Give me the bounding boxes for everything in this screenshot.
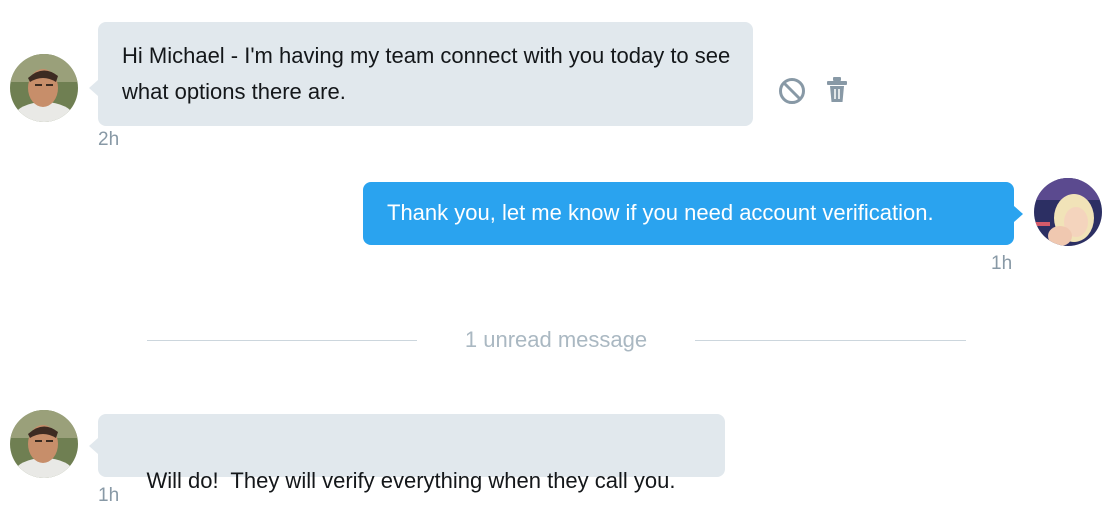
sender-avatar[interactable] <box>10 54 78 122</box>
sent-message-bubble[interactable]: Thank you, let me know if you need accou… <box>363 182 1014 245</box>
conversation-thread: Hi Michael - I'm having my team connect … <box>0 0 1110 518</box>
bubble-tail <box>89 80 98 96</box>
message-text: Thank you, let me know if you need accou… <box>387 200 934 225</box>
message-timestamp: 1h <box>98 485 120 506</box>
block-icon[interactable] <box>778 77 806 110</box>
bubble-tail <box>1014 206 1023 222</box>
message-timestamp: 1h <box>991 253 1013 274</box>
bubble-tail <box>89 438 98 454</box>
trash-icon[interactable] <box>826 76 848 109</box>
received-message-bubble[interactable]: Will do! They will verify everything whe… <box>98 414 725 493</box>
received-message-bubble[interactable]: Hi Michael - I'm having my team connect … <box>98 22 753 126</box>
divider-line-left <box>147 340 417 341</box>
user-avatar[interactable] <box>1034 178 1102 246</box>
message-timestamp: 2h <box>98 129 120 150</box>
divider-line-right <box>695 340 966 341</box>
message-text: Hi Michael - I'm having my team connect … <box>122 43 731 104</box>
sender-avatar[interactable] <box>10 410 78 478</box>
message-text: Will do! They will verify everything whe… <box>146 468 676 493</box>
unread-message-divider: 1 unread message <box>464 327 648 352</box>
